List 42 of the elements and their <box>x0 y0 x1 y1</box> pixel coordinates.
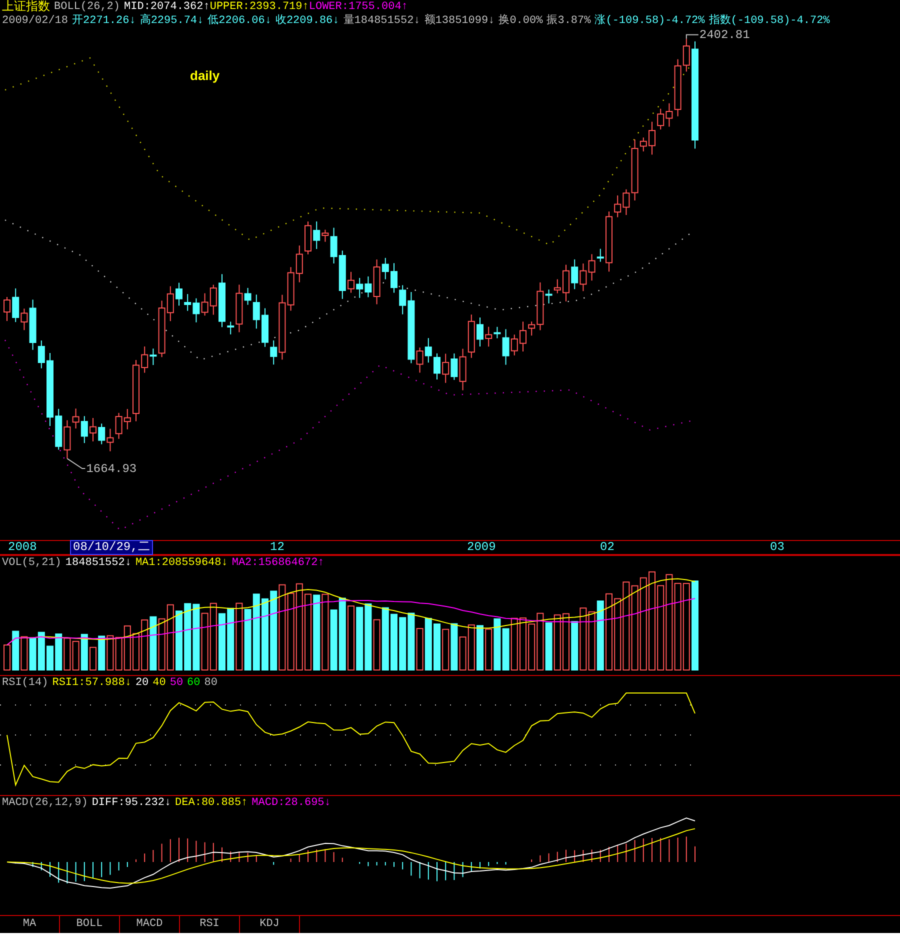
indicator-value: 80 <box>204 676 218 690</box>
date-axis-label: 02 <box>599 541 616 554</box>
indicator-value: 50 <box>170 676 184 690</box>
date-axis-label: 2009 <box>466 541 497 554</box>
indicator-value: DEA:80.885↑ <box>175 796 248 810</box>
indicator-value: 低2206.06↓ <box>208 14 272 28</box>
low-price-label: 1664.93 <box>86 462 137 476</box>
indicator-value: 20 <box>135 676 149 690</box>
indicator-value: 量184851552↓ <box>343 14 420 28</box>
indicator-name: BOLL(26,2) <box>54 0 120 14</box>
indicator-value: UPPER:2393.719↑ <box>210 0 309 14</box>
date-axis-label: 03 <box>769 541 786 554</box>
indicator-value: 涨(-109.58)-4.72% <box>594 14 705 28</box>
quote-date: 2009/02/18 <box>2 14 68 28</box>
high-price-label: 2402.81 <box>699 28 750 42</box>
date-axis-label: 08/10/29,二 <box>71 541 152 554</box>
index-title: 上证指数 <box>2 0 50 14</box>
indicator-value: LOWER:1755.004↑ <box>308 0 408 14</box>
indicator-value: 换0.00% <box>498 14 543 28</box>
indicator-value: 184851552↓ <box>65 556 132 570</box>
date-axis-label: 12 <box>269 541 286 554</box>
period-label: daily <box>190 68 220 83</box>
indicator-value: MACD:28.695↓ <box>252 796 331 810</box>
indicator-value: 振3.87% <box>546 14 591 28</box>
indicator-value: MA2:156864672↑ <box>232 556 324 570</box>
indicator-value: 60 <box>187 676 200 690</box>
date-axis-label: 2008 <box>7 541 38 554</box>
leader-line <box>66 458 86 470</box>
indicator-value: MID:2074.362↑ <box>124 0 210 14</box>
indicator-value: 额13851099↓ <box>424 14 495 28</box>
indicator-value: DIFF:95.232↓ <box>92 796 172 810</box>
indicator-name: VOL(5,21) <box>2 556 62 570</box>
indicator-value: 收2209.86↓ <box>275 14 340 28</box>
leader-line <box>686 34 699 40</box>
indicator-name: RSI(14) <box>2 676 48 690</box>
indicator-value: 指数(-109.58)-4.72% <box>708 14 830 28</box>
indicator-value: RSI1:57.988↓ <box>52 676 132 690</box>
indicator-name: MACD(26,12,9) <box>2 796 88 810</box>
indicator-value: MA1:208559648↓ <box>135 556 228 570</box>
indicator-value: 开2271.26↓ <box>72 14 136 28</box>
indicator-value: 40 <box>152 676 166 690</box>
indicator-value: 高2295.74↓ <box>140 14 204 28</box>
